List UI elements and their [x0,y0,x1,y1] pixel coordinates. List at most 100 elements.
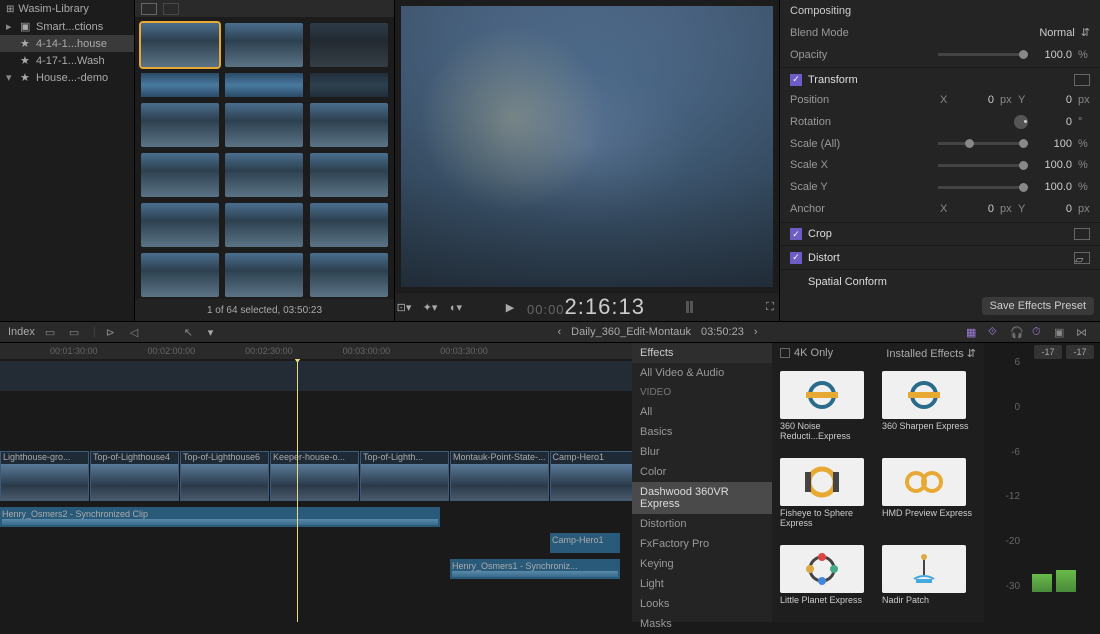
nav-prev-icon[interactable]: ‹ [557,326,561,338]
spatial-conform-row[interactable]: Spatial Conform [780,269,1100,291]
crop-header-row[interactable]: Crop [780,222,1100,244]
clip-thumb[interactable] [310,253,388,297]
transform-tool-icon[interactable] [1074,74,1090,86]
save-preset-button[interactable]: Save Effects Preset [982,297,1094,315]
play-button[interactable]: ▶ [501,298,519,316]
effect-item[interactable]: Nadir Patch [882,545,976,614]
retime-icon[interactable]: ⏱ [1032,326,1046,338]
video-track[interactable] [0,361,632,391]
effects-category[interactable]: Looks [632,594,772,614]
effects-category[interactable]: Keying [632,554,772,574]
snap-icon[interactable]: ⊳ [106,326,120,338]
audio-meter-icon[interactable] [681,298,699,316]
clip-waveform[interactable] [310,73,388,97]
effects-category[interactable]: Color [632,462,772,482]
audio-clip[interactable]: Henry_Osmers2 - Synchronized Clip [0,507,440,527]
chevron-updown-icon[interactable]: ⇵ [1081,26,1090,39]
browser-grid[interactable] [135,17,394,299]
timecode-display[interactable]: 00:002:16:13 [527,294,645,320]
distort-tool-icon[interactable]: ▱ [1074,252,1090,264]
clip-waveform[interactable] [225,73,303,97]
viewer-canvas[interactable] [401,6,773,287]
filmstrip-icon[interactable] [141,3,157,15]
effects-category[interactable]: Blur [632,442,772,462]
clip-appearance-icon[interactable]: ▭ [45,326,59,338]
transform-checkbox[interactable] [790,74,802,86]
effects-category[interactable]: FxFactory Pro [632,534,772,554]
clip-thumb[interactable] [225,253,303,297]
effects-grid[interactable]: 360 Noise Reducti...Express 360 Sharpen … [772,363,984,622]
timeline-clip[interactable]: Top-of-Lighth... [360,451,449,501]
clip-thumb[interactable] [225,203,303,247]
position-x[interactable]: 0 [956,94,994,106]
list-icon[interactable] [163,3,179,15]
view-menu[interactable]: ⊡▾ [395,298,413,316]
rotation-dial[interactable] [1014,115,1028,129]
opacity-slider[interactable] [938,53,1028,56]
library-header[interactable]: ⊞ Wasim-Library [0,0,134,18]
timeline-clip[interactable]: Keeper-house-o... [270,451,359,501]
effects-category[interactable]: Masks [632,614,772,634]
share-icon[interactable]: ▣ [1054,326,1068,338]
scale-y-slider[interactable] [938,186,1028,189]
position-y[interactable]: 0 [1034,94,1072,106]
audio-clip[interactable]: Camp-Hero1 [550,533,620,553]
clip-thumb[interactable] [310,203,388,247]
clip-thumb[interactable] [141,203,219,247]
effect-item[interactable]: 360 Sharpen Express [882,371,976,450]
library-item-smart[interactable]: ▸ ▣ Smart...ctions [0,18,134,35]
scale-all-slider[interactable] [938,142,1028,145]
effects-category[interactable]: Distortion [632,514,772,534]
clip-thumb[interactable] [310,23,388,67]
effects-category[interactable]: All Video & Audio [632,363,772,383]
effects-category[interactable]: Dashwood 360VR Express [632,482,772,514]
clip-thumb[interactable] [141,253,219,297]
nav-next-icon[interactable]: › [754,326,758,338]
audio-clip[interactable]: Henry_Osmers1 - Synchroniz... [450,559,620,579]
clip-thumb[interactable] [141,103,219,147]
clip-waveform[interactable] [141,73,219,97]
scale-all-value[interactable]: 100 [1034,138,1072,150]
scale-y-value[interactable]: 100.0 [1034,181,1072,193]
effects-category[interactable]: Basics [632,422,772,442]
skim-icon[interactable]: ◁ [130,326,144,338]
effect-item[interactable]: 360 Noise Reducti...Express [780,371,874,450]
color-menu[interactable]: ◐▾ [447,298,465,316]
timeline-ruler[interactable]: 00:01:30:00 00:02:00:00 00:02:30:00 00:0… [0,343,632,359]
distort-checkbox[interactable] [790,252,802,264]
blend-mode-value[interactable]: Normal [1037,27,1075,39]
rotation-value[interactable]: 0 [1034,116,1072,128]
library-item-0417[interactable]: ★ 4-17-1...Wash [0,52,134,69]
transform-menu[interactable]: ✦▾ [421,298,439,316]
headphones-icon[interactable]: 🎧 [1010,326,1024,338]
anchor-x[interactable]: 0 [956,203,994,215]
clip-thumb[interactable] [310,153,388,197]
timeline-icon[interactable]: ⋈ [1076,326,1090,338]
crop-tool-icon[interactable] [1074,228,1090,240]
library-item-0414[interactable]: ★ 4-14-1...house [0,35,134,52]
transitions-icon[interactable]: ⟐ [988,326,1002,338]
fullscreen-icon[interactable]: ⛶ [761,298,779,316]
index-button[interactable]: Index [8,326,35,338]
clip-thumb[interactable] [310,103,388,147]
clip-thumb[interactable] [225,153,303,197]
opacity-value[interactable]: 100.0 [1034,49,1072,61]
timeline-tracks[interactable]: Lighthouse-gro... Top-of-Lighthouse4 Top… [0,359,632,622]
timeline-clip[interactable]: Lighthouse-gro... [0,451,89,501]
effect-item[interactable]: Fisheye to Sphere Express [780,458,874,537]
effect-item[interactable]: Little Planet Express [780,545,874,614]
effects-filter-menu[interactable]: Installed Effects ⇵ [886,347,976,360]
crop-checkbox[interactable] [790,228,802,240]
effects-category[interactable]: All [632,402,772,422]
scale-x-value[interactable]: 100.0 [1034,159,1072,171]
timeline-clip[interactable]: Montauk-Point-State-... [450,451,549,501]
chevron-down-icon[interactable]: ▾ [208,326,214,339]
clip-appearance-icon[interactable]: ▭ [69,326,83,338]
effects-category[interactable]: Light [632,574,772,594]
4k-only-checkbox[interactable]: 4K Only [780,347,833,359]
anchor-y[interactable]: 0 [1034,203,1072,215]
effect-item[interactable]: HMD Preview Express [882,458,976,537]
effects-browser-icon[interactable]: ▦ [966,326,980,338]
timeline-clip[interactable]: Camp-Hero1 [550,451,632,501]
library-item-house[interactable]: ▾ ★ House...-demo [0,69,134,86]
